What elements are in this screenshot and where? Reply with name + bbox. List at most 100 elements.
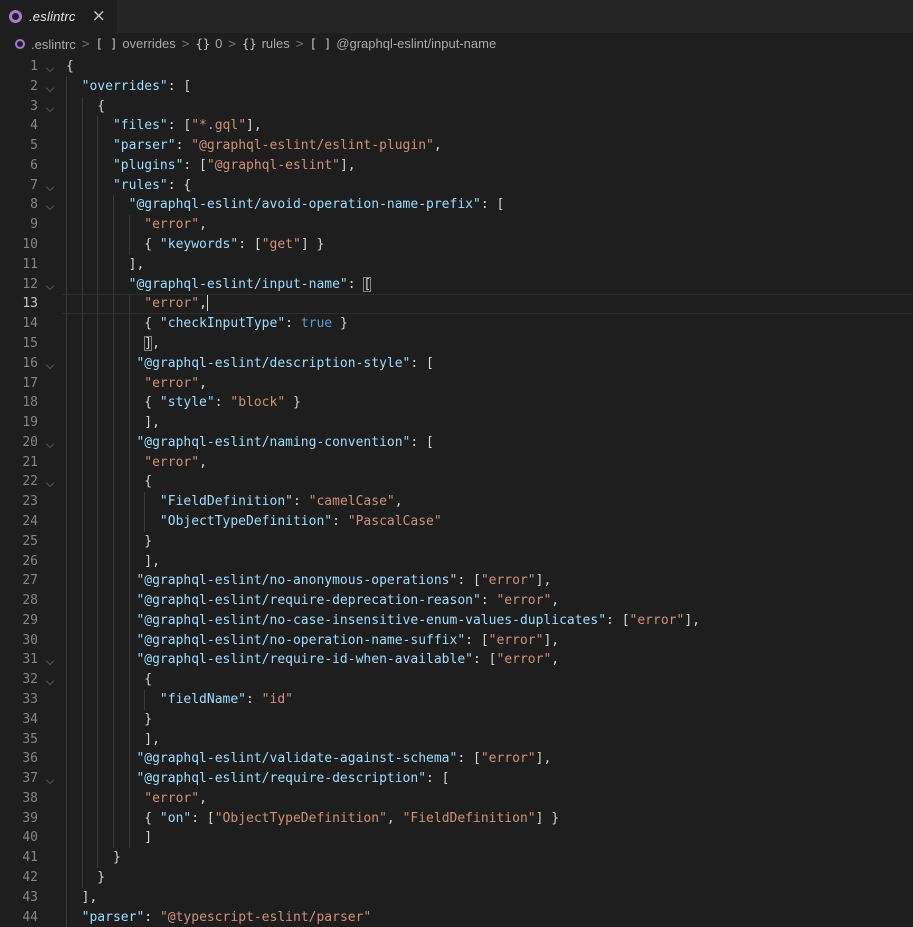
code-line[interactable]: 33 "fieldName": "id": [0, 690, 913, 710]
line-number: 18: [0, 393, 38, 413]
line-number: 26: [0, 552, 38, 572]
code-line[interactable]: 39 { "on": ["ObjectTypeDefinition", "Fie…: [0, 809, 913, 829]
code-line[interactable]: 21 "error",: [0, 453, 913, 473]
chevron-down-icon[interactable]: [46, 202, 54, 210]
code-line[interactable]: 10 { "keywords": ["get"] }: [0, 235, 913, 255]
code-line[interactable]: 34 }: [0, 710, 913, 730]
breadcrumb-item[interactable]: 0: [215, 36, 222, 51]
code-line[interactable]: 43 ],: [0, 888, 913, 908]
code-line[interactable]: 15 ],: [0, 334, 913, 354]
line-number: 2: [0, 77, 38, 97]
code-line[interactable]: 19 ],: [0, 413, 913, 433]
code-line[interactable]: 20 "@graphql-eslint/naming-convention": …: [0, 433, 913, 453]
code-line[interactable]: 17 "error",: [0, 374, 913, 394]
code-line[interactable]: 31 "@graphql-eslint/require-id-when-avai…: [0, 650, 913, 670]
code-line[interactable]: 35 ],: [0, 730, 913, 750]
chevron-down-icon[interactable]: [46, 64, 54, 72]
code-line[interactable]: 13 "error",: [0, 294, 913, 314]
code-line[interactable]: 5 "parser": "@graphql-eslint/eslint-plug…: [0, 136, 913, 156]
eslint-breadcrumb-icon: [15, 39, 25, 49]
bracket-match: ]: [144, 336, 152, 351]
eslint-file-icon: [9, 10, 22, 23]
code-line[interactable]: 29 "@graphql-eslint/no-case-insensitive-…: [0, 611, 913, 631]
line-number: 12: [0, 275, 38, 295]
code-line[interactable]: 9 "error",: [0, 215, 913, 235]
line-number: 24: [0, 512, 38, 532]
line-number: 6: [0, 156, 38, 176]
line-number: 19: [0, 413, 38, 433]
code-line[interactable]: 6 "plugins": ["@graphql-eslint"],: [0, 156, 913, 176]
line-number: 17: [0, 374, 38, 394]
breadcrumb-item[interactable]: @graphql-eslint/input-name: [336, 36, 496, 51]
line-number: 10: [0, 235, 38, 255]
text-cursor: [207, 295, 209, 311]
code-line[interactable]: 8 "@graphql-eslint/avoid-operation-name-…: [0, 195, 913, 215]
line-number: 38: [0, 789, 38, 809]
line-number: 11: [0, 255, 38, 275]
code-line[interactable]: 3 {: [0, 97, 913, 117]
chevron-down-icon[interactable]: [46, 182, 54, 190]
code-line[interactable]: 18 { "style": "block" }: [0, 393, 913, 413]
code-line[interactable]: 36 "@graphql-eslint/validate-against-sch…: [0, 749, 913, 769]
breadcrumb-item-file[interactable]: .eslintrc: [31, 37, 76, 52]
code-line[interactable]: 12 "@graphql-eslint/input-name": [: [0, 275, 913, 295]
code-line[interactable]: 40 ]: [0, 828, 913, 848]
code-line[interactable]: 24 "ObjectTypeDefinition": "PascalCase": [0, 512, 913, 532]
symbol-kind-icon: {}: [196, 37, 210, 51]
code-line[interactable]: 30 "@graphql-eslint/no-operation-name-su…: [0, 631, 913, 651]
line-number: 8: [0, 195, 38, 215]
line-number: 33: [0, 690, 38, 710]
chevron-down-icon[interactable]: [46, 84, 54, 92]
code-line[interactable]: 26 ],: [0, 552, 913, 572]
line-number: 39: [0, 809, 38, 829]
line-number: 15: [0, 334, 38, 354]
line-number: 32: [0, 670, 38, 690]
chevron-down-icon[interactable]: [46, 103, 54, 111]
breadcrumb-item[interactable]: overrides: [122, 36, 175, 51]
code-editor[interactable]: 1{2 "overrides": [3 {4 "files": ["*.gql"…: [0, 55, 913, 915]
line-number: 31: [0, 650, 38, 670]
line-number: 9: [0, 215, 38, 235]
code-line[interactable]: 42 }: [0, 868, 913, 888]
tab-eslintrc[interactable]: .eslintrc ×: [0, 0, 117, 33]
code-line[interactable]: 22 {: [0, 472, 913, 492]
code-line[interactable]: 32 {: [0, 670, 913, 690]
code-line[interactable]: 2 "overrides": [: [0, 77, 913, 97]
breadcrumb-item[interactable]: rules: [262, 36, 290, 51]
code-line[interactable]: 44 "parser": "@typescript-eslint/parser": [0, 908, 913, 927]
code-line[interactable]: 16 "@graphql-eslint/description-style": …: [0, 354, 913, 374]
line-number: 41: [0, 848, 38, 868]
line-number: 28: [0, 591, 38, 611]
code-line[interactable]: 27 "@graphql-eslint/no-anonymous-operati…: [0, 571, 913, 591]
line-number: 36: [0, 749, 38, 769]
chevron-down-icon[interactable]: [46, 657, 54, 665]
line-number: 30: [0, 631, 38, 651]
line-number: 20: [0, 433, 38, 453]
line-number: 16: [0, 354, 38, 374]
code-line[interactable]: 41 }: [0, 848, 913, 868]
chevron-right-icon: >: [82, 37, 90, 52]
line-number: 1: [0, 57, 38, 77]
chevron-down-icon[interactable]: [46, 360, 54, 368]
code-line[interactable]: 7 "rules": {: [0, 176, 913, 196]
code-line[interactable]: 11 ],: [0, 255, 913, 275]
chevron-down-icon[interactable]: [46, 440, 54, 448]
chevron-down-icon[interactable]: [46, 479, 54, 487]
code-line[interactable]: 25 }: [0, 532, 913, 552]
code-line[interactable]: 14 { "checkInputType": true }: [0, 314, 913, 334]
chevron-down-icon[interactable]: [46, 776, 54, 784]
chevron-right-icon: >: [182, 37, 190, 52]
line-number: 43: [0, 888, 38, 908]
chevron-down-icon[interactable]: [46, 677, 54, 685]
line-number: 3: [0, 97, 38, 117]
code-line[interactable]: 23 "FieldDefinition": "camelCase",: [0, 492, 913, 512]
line-number: 44: [0, 908, 38, 927]
close-icon[interactable]: ×: [92, 8, 106, 25]
chevron-down-icon[interactable]: [46, 281, 54, 289]
code-line[interactable]: 38 "error",: [0, 789, 913, 809]
code-line[interactable]: 4 "files": ["*.gql"],: [0, 116, 913, 136]
code-line[interactable]: 28 "@graphql-eslint/require-deprecation-…: [0, 591, 913, 611]
code-line[interactable]: 1{: [0, 57, 913, 77]
code-line[interactable]: 37 "@graphql-eslint/require-description"…: [0, 769, 913, 789]
tab-bar: .eslintrc ×: [0, 0, 913, 33]
